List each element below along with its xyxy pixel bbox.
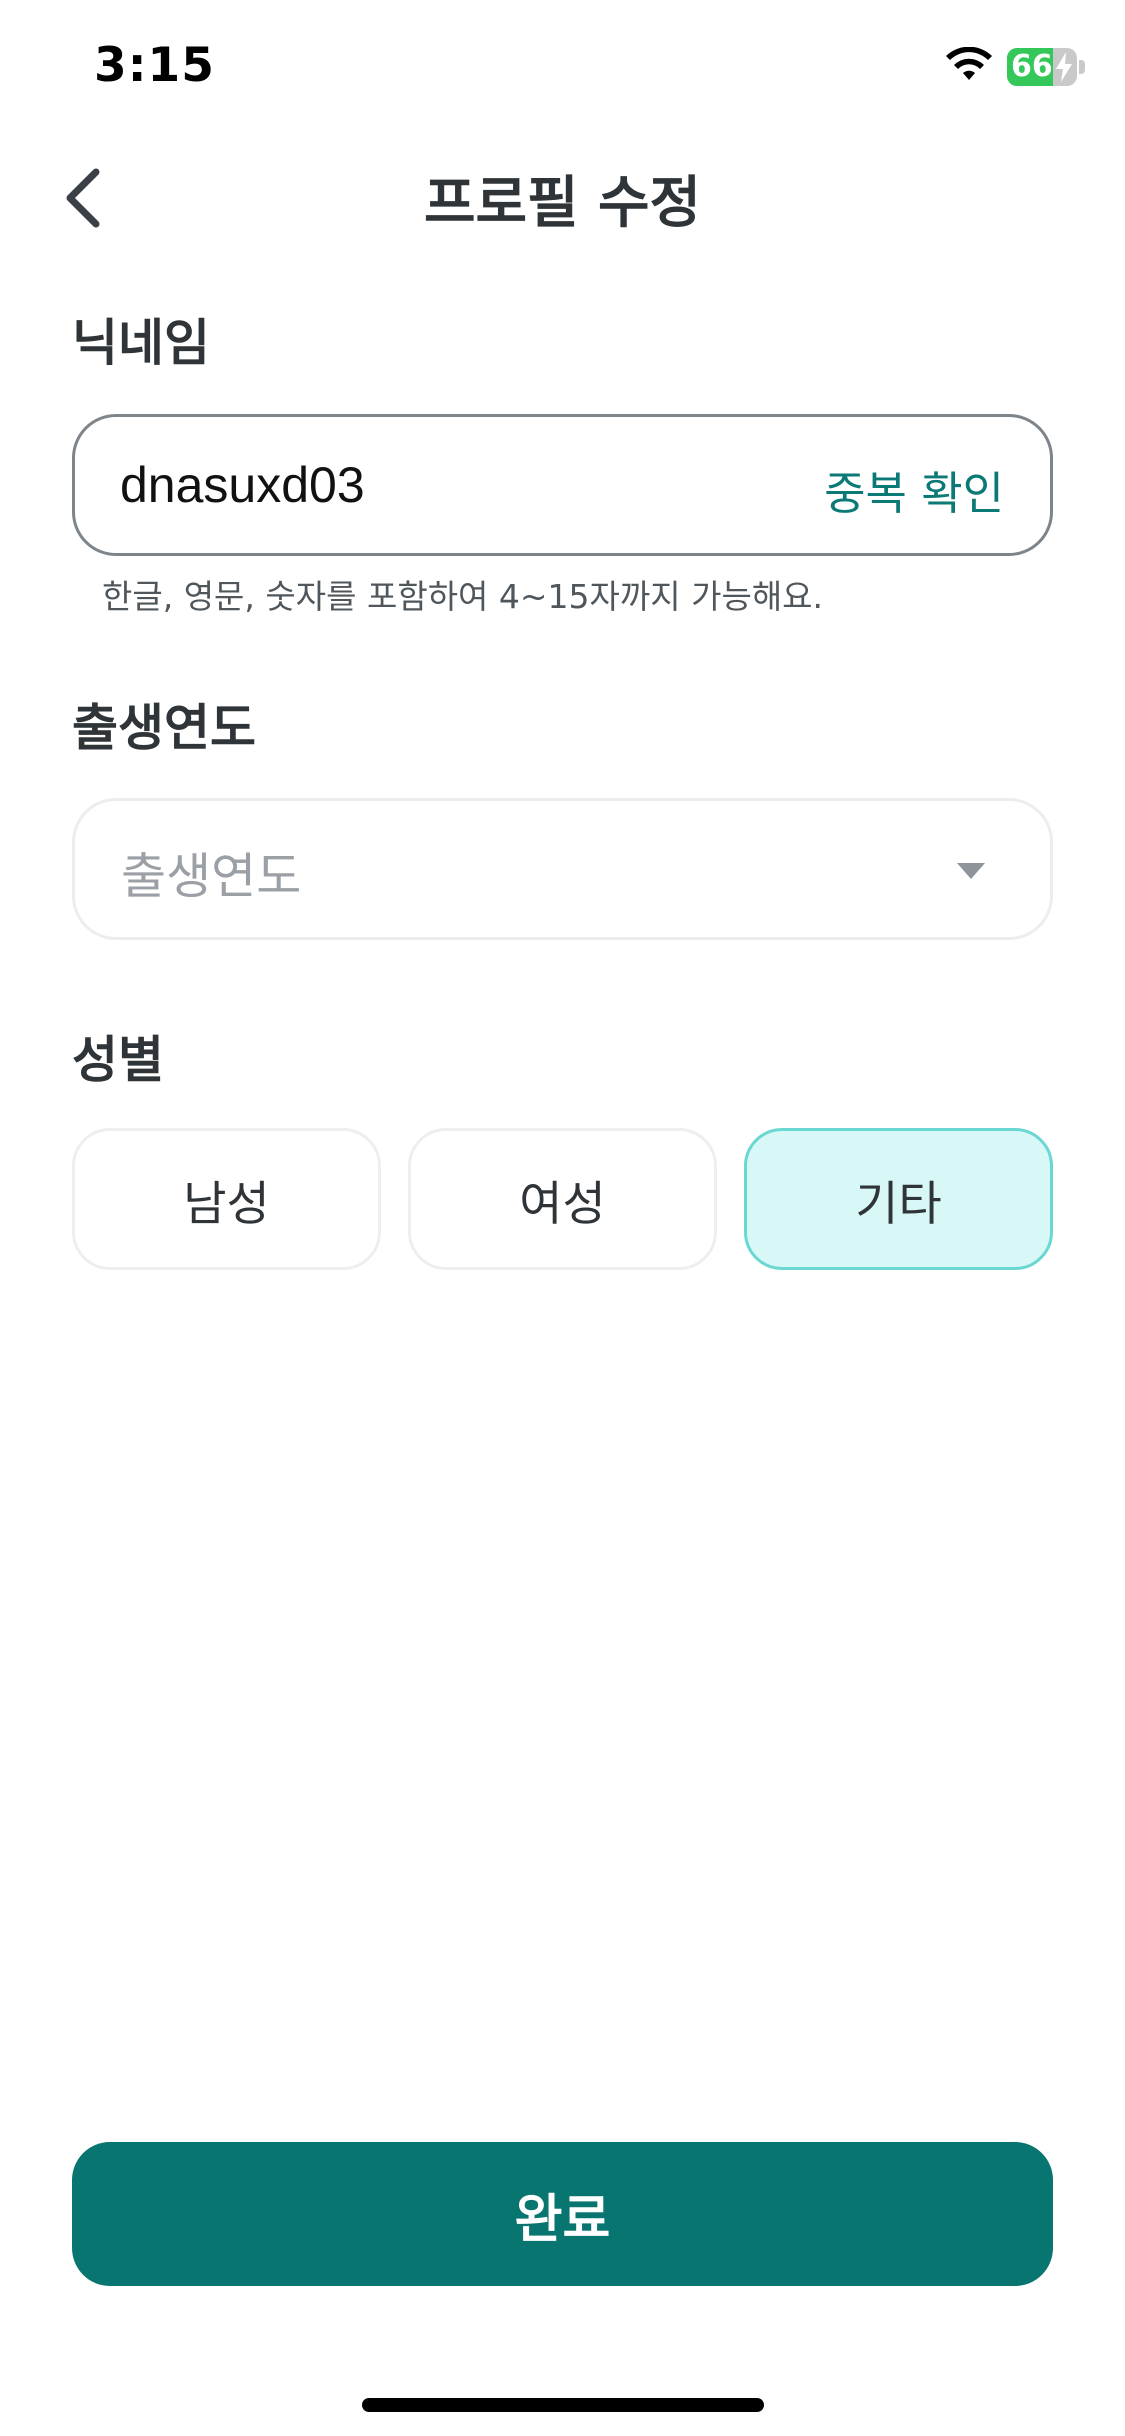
done-button[interactable]: 완료 — [72, 2142, 1053, 2286]
nickname-label: 닉네임 — [72, 314, 210, 372]
battery-cap — [1079, 60, 1085, 74]
charging-bolt-icon — [1056, 52, 1072, 82]
nickname-helper-text: 한글, 영문, 숫자를 포함하여 4~15자까지 가능해요. — [102, 577, 824, 616]
status-bar: 3:15 66 — [0, 0, 1125, 132]
birth-year-select[interactable]: 출생연도 — [72, 798, 1053, 940]
wifi-icon — [946, 47, 992, 80]
gender-label: 성별 — [72, 1031, 164, 1089]
status-time: 3:15 — [94, 38, 215, 93]
home-indicator — [362, 2398, 764, 2412]
battery-level: 66 — [1011, 49, 1053, 84]
birth-year-label: 출생연도 — [72, 699, 256, 757]
caret-down-icon — [957, 863, 985, 879]
gender-option-male[interactable]: 남성 — [72, 1128, 381, 1270]
birth-year-placeholder: 출생연도 — [121, 848, 302, 905]
page-title: 프로필 수정 — [423, 171, 702, 236]
duplicate-check-button[interactable]: 중복 확인 — [824, 457, 1004, 522]
nickname-input[interactable] — [120, 417, 820, 553]
gender-option-female[interactable]: 여성 — [408, 1128, 717, 1270]
nickname-field: 중복 확인 — [72, 414, 1053, 556]
battery-icon: 66 — [1007, 48, 1077, 86]
gender-option-other[interactable]: 기타 — [744, 1128, 1053, 1270]
profile-edit-screen: 3:15 66 프로필 수정 닉네임 중복 확인 한글, 영문, 숫자를 포함하… — [0, 0, 1125, 2436]
